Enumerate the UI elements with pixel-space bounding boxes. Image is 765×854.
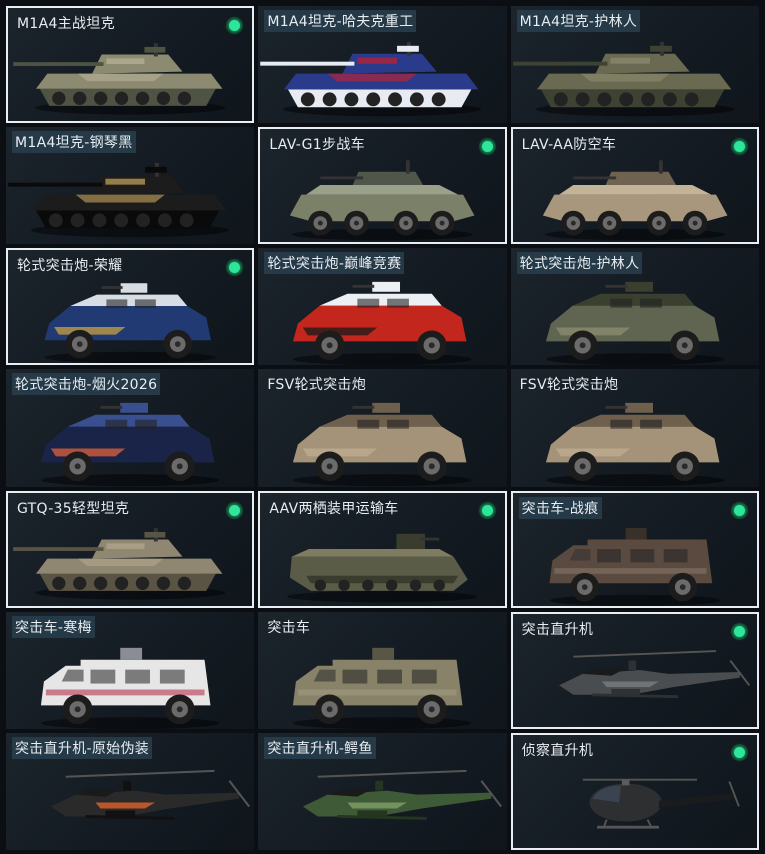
vehicle-name: 轮式突击炮-护林人 [516,252,643,275]
vehicle-name: 突击直升机-原始伪装 [12,736,153,759]
vehicle-name: GTQ-35轻型坦克 [17,500,130,517]
owned-indicator-icon [730,501,748,519]
vehicle-name: 轮式突击炮-巅峰竞赛 [264,252,405,275]
vehicle-image [260,41,482,117]
vehicle-image [512,41,734,117]
owned-indicator-icon [730,622,748,640]
vehicle-image [542,160,728,241]
vehicle-image [44,283,216,364]
vehicle-image [293,403,472,487]
vehicle-image [40,403,220,487]
vehicle-name: 轮式突击炮-荣耀 [17,258,123,275]
vehicle-name: AAV两栖装甲运输车 [269,500,399,517]
vehicle-card[interactable]: FSV轮式突击炮 [510,369,759,487]
vehicle-name: M1A4坦克-钢琴黑 [12,131,136,154]
vehicle-image [290,160,475,241]
vehicle-card[interactable]: 轮式突击炮-巅峰竞赛 [258,248,507,366]
owned-indicator-icon [730,138,748,156]
vehicle-image [8,162,230,238]
vehicle-image [287,533,478,602]
vehicle-card[interactable]: 轮式突击炮-荣耀 [6,248,255,366]
vehicle-card[interactable]: AAV两栖装甲运输车 [258,490,507,608]
vehicle-image [40,647,220,729]
vehicle-image [293,282,472,366]
vehicle-name: 轮式突击炮-烟火2026 [12,373,161,396]
vehicle-image [582,778,740,829]
vehicle-card[interactable]: 突击直升机-原始伪装 [6,732,255,850]
vehicle-image [293,647,472,729]
vehicle-image [303,769,503,820]
vehicle-image [13,43,226,115]
vehicle-card[interactable]: 突击车-战痕 [510,490,759,608]
owned-indicator-icon [478,138,496,156]
vehicle-card[interactable]: M1A4主战坦克 [6,6,255,124]
vehicle-name: 突击直升机-鳄鱼 [264,736,376,759]
vehicle-name: FSV轮式突击炮 [267,377,366,394]
vehicle-image [558,649,750,698]
vehicle-card[interactable]: LAV-G1步战车 [258,127,507,245]
owned-indicator-icon [730,743,748,761]
vehicle-card[interactable]: LAV-AA防空车 [510,127,759,245]
vehicle-name: M1A4坦克-哈夫克重工 [264,10,417,32]
vehicle-card[interactable]: 轮式突击炮-烟火2026 [6,369,255,487]
vehicle-card[interactable]: 轮式突击炮-护林人 [510,248,759,366]
vehicle-name: 突击车-寒梅 [12,615,95,638]
vehicle-card[interactable]: 侦察直升机 [510,732,759,850]
vehicle-name: M1A4坦克-护林人 [516,10,641,32]
vehicle-image [50,769,250,820]
vehicle-card[interactable]: 突击车-寒梅 [6,611,255,729]
vehicle-card[interactable]: 突击直升机-鳄鱼 [258,732,507,850]
owned-indicator-icon [478,501,496,519]
vehicle-name: FSV轮式突击炮 [519,377,619,394]
vehicle-card[interactable]: GTQ-35轻型坦克 [6,490,255,608]
vehicle-card[interactable]: FSV轮式突击炮 [258,369,507,487]
vehicle-image [545,403,725,487]
vehicle-name: M1A4主战坦克 [17,16,115,32]
vehicle-name: 侦察直升机 [521,742,594,759]
vehicle-card[interactable]: M1A4坦克-护林人 [510,6,759,124]
vehicle-card[interactable]: M1A4坦克-哈夫克重工 [258,6,507,124]
vehicle-image [545,282,725,366]
vehicle-image [13,527,226,600]
vehicle-image [549,527,721,606]
owned-indicator-icon [226,501,244,519]
vehicle-card[interactable]: 突击车 [258,611,507,729]
vehicle-name: 突击车 [267,619,311,636]
vehicle-card[interactable]: 突击直升机 [510,611,759,729]
vehicle-name: 突击车-战痕 [518,496,602,519]
vehicle-grid: M1A4主战坦克 M1A4坦克-哈夫克重工 M1A4坦克-护林人 M1A4坦克-… [6,6,759,850]
vehicle-name: LAV-G1步战车 [269,137,365,154]
vehicle-name: LAV-AA防空车 [521,137,617,154]
vehicle-name: 突击直升机 [521,621,594,638]
vehicle-card[interactable]: M1A4坦克-钢琴黑 [6,127,255,245]
